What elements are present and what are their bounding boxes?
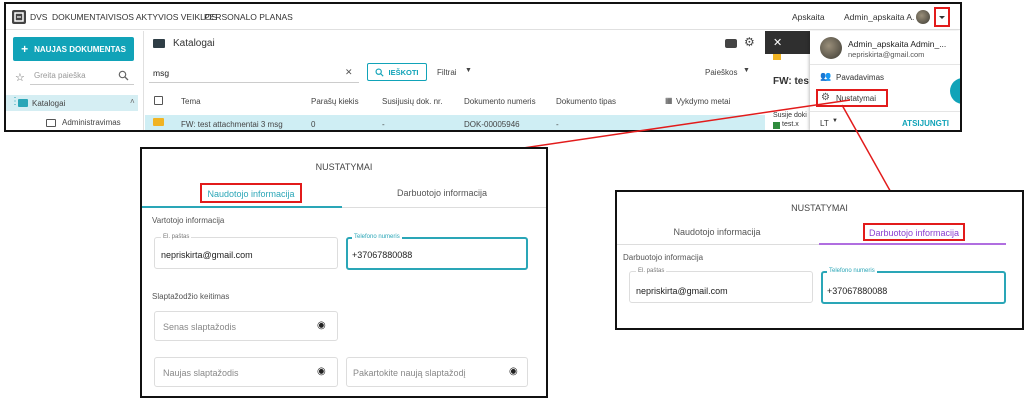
section-employee-info: Darbuotojo informacija: [623, 253, 704, 262]
tab-employee-info[interactable]: Darbuotojo informacija: [342, 188, 542, 198]
tab-user-info[interactable]: Naudotojo informacija: [627, 227, 807, 237]
dialog-title: NUSTATYMAI: [315, 162, 373, 172]
eye-off-icon[interactable]: ◉: [317, 320, 326, 331]
old-password-field[interactable]: Senas slaptažodis ◉: [154, 311, 338, 341]
eye-off-icon[interactable]: ◉: [509, 366, 518, 377]
email-field[interactable]: El. paštas nepriskirta@gmail.com: [154, 234, 338, 269]
section-user-info: Vartotojo informacija: [152, 216, 225, 225]
settings-dialog-user: NUSTATYMAI Naudotojo informacija Darbuot…: [140, 147, 548, 398]
section-password: Slaptažodžio keitimas: [152, 292, 230, 301]
settings-dialog-employee: NUSTATYMAI Naudotojo informacija Darbuot…: [615, 190, 1024, 330]
tab-user-info[interactable]: Naudotojo informacija: [200, 183, 302, 203]
dialog-title: NUSTATYMAI: [791, 203, 848, 213]
repeat-password-field[interactable]: Pakartokite naują slaptažodį ◉: [346, 357, 528, 387]
phone-field[interactable]: Telefono numeris +37067880088: [346, 234, 528, 270]
active-tab-indicator: [819, 243, 1006, 245]
new-password-field[interactable]: Naujas slaptažodis ◉: [154, 357, 338, 387]
active-tab-indicator: [142, 206, 342, 208]
tab-employee-info[interactable]: Darbuotojo informacija: [863, 223, 965, 241]
phone-field[interactable]: Telefono numeris +37067880088: [821, 268, 1006, 304]
tab-divider: [342, 207, 546, 208]
eye-off-icon[interactable]: ◉: [317, 366, 326, 377]
email-field[interactable]: El. paštas nepriskirta@gmail.com: [629, 268, 813, 303]
tab-divider: [617, 244, 819, 245]
